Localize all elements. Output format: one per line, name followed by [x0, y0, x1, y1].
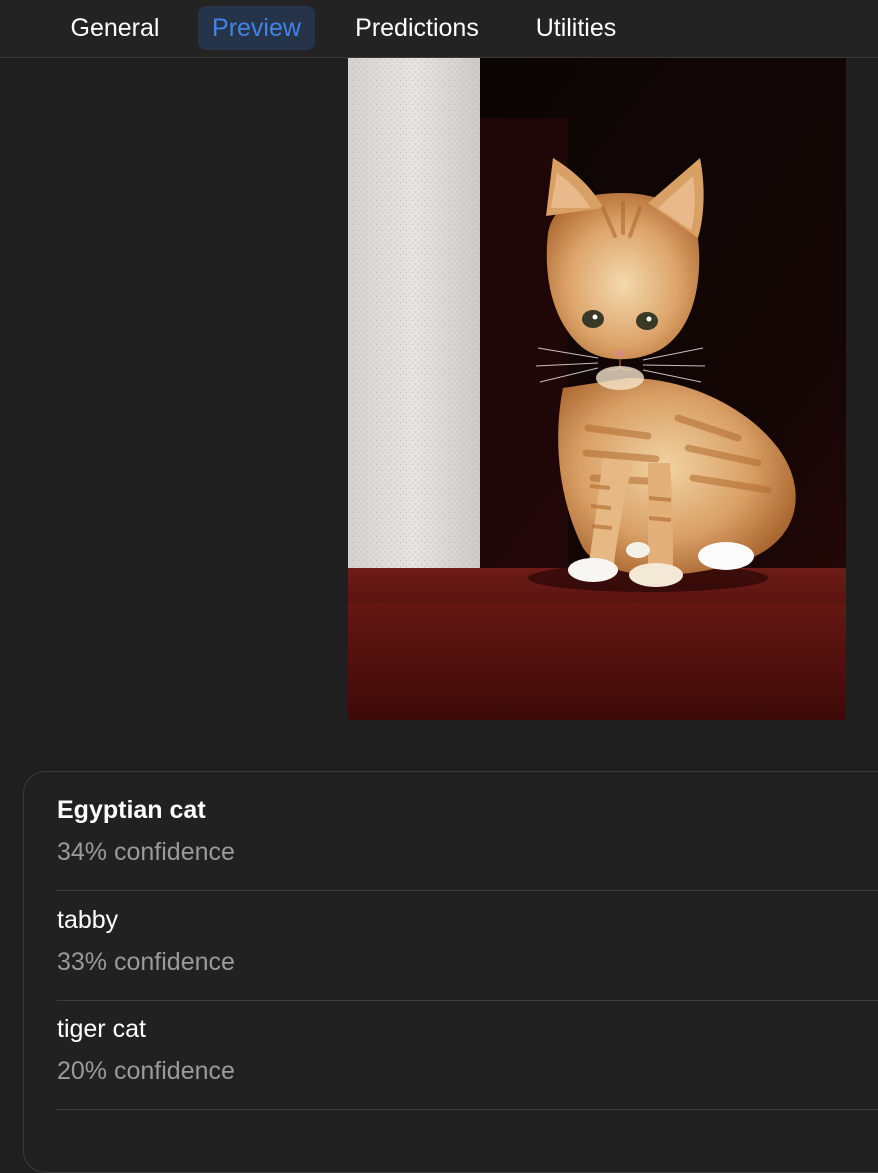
predictions-panel: Egyptian cat 34% confidence tabby 33% co…: [23, 771, 878, 1173]
prediction-confidence: 33% confidence: [57, 948, 235, 976]
divider: [57, 890, 878, 891]
tab-general[interactable]: General: [56, 6, 174, 50]
prediction-label: Egyptian cat: [57, 796, 206, 824]
tab-predictions[interactable]: Predictions: [337, 6, 497, 50]
divider: [57, 1000, 878, 1001]
preview-image: [348, 58, 846, 720]
prediction-confidence: 20% confidence: [57, 1057, 235, 1085]
preview-area: [0, 58, 878, 758]
prediction-confidence: 34% confidence: [57, 838, 235, 866]
tab-bar: General Preview Predictions Utilities: [0, 0, 878, 58]
divider: [57, 1109, 878, 1110]
prediction-label: tabby: [57, 906, 119, 934]
kitten-photo: [348, 58, 846, 720]
tab-utilities[interactable]: Utilities: [518, 6, 634, 50]
tab-preview[interactable]: Preview: [198, 6, 315, 50]
prediction-label: tiger cat: [57, 1015, 146, 1043]
